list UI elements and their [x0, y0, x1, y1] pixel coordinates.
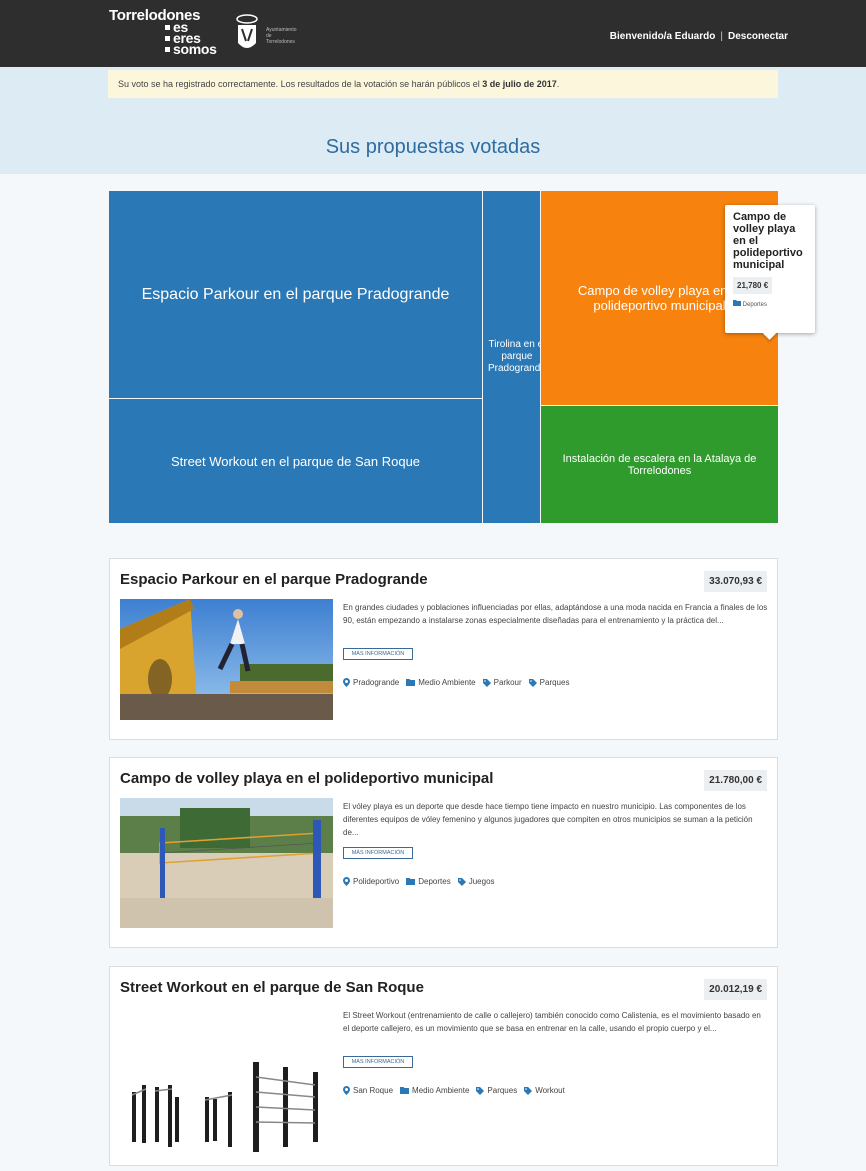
category-label: Medio Ambiente: [418, 678, 476, 687]
alert-date: 3 de julio de 2017: [482, 79, 557, 89]
location-label: Polideportivo: [353, 877, 400, 886]
treemap-tooltip: Campo de volley playa en el polideportiv…: [725, 205, 815, 333]
category-label: Deportes: [418, 877, 451, 886]
vote-success-alert: Su voto se ha registrado correctamente. …: [108, 70, 778, 98]
proposal-amount: 33.070,93 €: [704, 571, 767, 592]
proposal-tags: Pradogrande Medio Ambiente Parkour Parqu…: [343, 678, 569, 687]
tooltip-category-label: Deportes: [742, 302, 768, 308]
category-tag[interactable]: Deportes: [406, 877, 451, 886]
location-tag[interactable]: San Roque: [343, 1086, 393, 1095]
proposal-amount: 20.012,19 €: [704, 979, 767, 1000]
category-tag[interactable]: Medio Ambiente: [406, 678, 476, 687]
keyword-label: Juegos: [468, 877, 495, 886]
proposal-card: Campo de volley playa en el polideportiv…: [109, 757, 778, 948]
proposal-description: El Street Workout (entrenamiento de call…: [343, 1011, 761, 1033]
treemap-label-parkour: Espacio Parkour en el parque Pradogrande: [141, 285, 450, 303]
proposal-description: En grandes ciudades y poblaciones influe…: [343, 603, 768, 625]
more-info-button[interactable]: MÁS INFORMACIÓN: [343, 648, 413, 660]
logo-line-4: somos: [109, 42, 217, 56]
map-pin-icon: [343, 1086, 350, 1095]
tag-icon: [476, 1086, 485, 1095]
folder-icon: [406, 679, 416, 686]
proposal-tags: San Roque Medio Ambiente Parques Workout: [343, 1086, 565, 1095]
proposal-image-street-workout: [120, 1007, 333, 1157]
ayuntamiento-line-3: Torrelodones: [266, 39, 295, 45]
proposal-amount: 21.780,00 €: [704, 770, 767, 791]
keyword-tag[interactable]: Juegos: [457, 877, 495, 886]
more-info-button[interactable]: MÁS INFORMACIÓN: [343, 847, 413, 859]
alert-text-end: .: [556, 79, 560, 89]
welcome-user-link[interactable]: Bienvenido/a Eduardo: [610, 31, 716, 42]
logout-link[interactable]: Desconectar: [728, 31, 788, 42]
keyword-label: Parques: [539, 678, 570, 687]
torrelodones-logo[interactable]: Torrelodones es eres somos: [109, 8, 217, 56]
proposal-title[interactable]: Campo de volley playa en el polideportiv…: [120, 770, 493, 787]
location-tag[interactable]: Polideportivo: [343, 877, 399, 886]
category-label: Medio Ambiente: [412, 1086, 470, 1095]
location-label: Pradogrande: [353, 678, 400, 687]
proposal-description: El vóley playa es un deporte que desde h…: [343, 802, 753, 837]
location-tag[interactable]: Pradogrande: [343, 678, 399, 687]
proposal-card: Street Workout en el parque de San Roque…: [109, 966, 778, 1166]
map-pin-icon: [343, 877, 350, 886]
alert-text: Su voto se ha registrado correctamente. …: [118, 79, 483, 89]
folder-icon: [733, 300, 741, 306]
top-navbar: Torrelodones es eres somos Ayuntamiento …: [0, 0, 866, 67]
tooltip-title: Campo de volley playa en el polideportiv…: [733, 211, 803, 271]
treemap-cell-street-workout[interactable]: Street Workout en el parque de San Roque: [109, 399, 482, 523]
treemap-label-escalera: Instalación de escalera en la Atalaya de…: [562, 452, 757, 477]
folder-icon: [406, 878, 416, 885]
more-info-button[interactable]: MÁS INFORMACIÓN: [343, 1056, 413, 1068]
tooltip-category: Deportes: [733, 300, 807, 308]
ayuntamiento-label: Ayuntamiento de Torrelodones: [266, 27, 316, 45]
keyword-label: Parques: [487, 1086, 518, 1095]
folder-icon: [400, 1087, 410, 1094]
proposal-title[interactable]: Street Workout en el parque de San Roque: [120, 979, 424, 996]
voted-proposals-treemap: Espacio Parkour en el parque Pradogrande…: [109, 191, 778, 523]
proposal-title[interactable]: Espacio Parkour en el parque Pradogrande: [120, 571, 428, 588]
keyword-tag[interactable]: Parques: [528, 678, 570, 687]
category-tag[interactable]: Medio Ambiente: [400, 1086, 469, 1095]
keyword-label: Parkour: [493, 678, 522, 687]
user-menu-separator: |: [720, 31, 723, 42]
tag-icon: [457, 877, 466, 886]
keyword-tag[interactable]: Workout: [524, 1086, 565, 1095]
treemap-cell-escalera[interactable]: Instalación de escalera en la Atalaya de…: [541, 406, 778, 523]
keyword-tag[interactable]: Parques: [476, 1086, 517, 1095]
page-title: Sus propuestas votadas: [325, 136, 541, 158]
treemap-label-street-workout: Street Workout en el parque de San Roque: [170, 453, 421, 469]
proposal-image-volley: [120, 798, 333, 928]
tooltip-amount: 21,780 €: [733, 277, 773, 294]
coat-of-arms-icon: [236, 14, 258, 48]
treemap-cell-tirolina[interactable]: Tirolina en el parque Pradogrande: [483, 191, 540, 523]
proposal-card: Espacio Parkour en el parque Pradogrande…: [109, 558, 778, 740]
keyword-tag[interactable]: Parkour: [482, 678, 522, 687]
proposal-image-parkour: [120, 599, 333, 720]
tag-icon: [524, 1086, 533, 1095]
tag-icon: [482, 678, 491, 687]
treemap-cell-parkour[interactable]: Espacio Parkour en el parque Pradogrande: [109, 191, 482, 398]
map-pin-icon: [343, 678, 350, 687]
location-label: San Roque: [353, 1086, 394, 1095]
user-menu: Bienvenido/a Eduardo | Desconectar: [610, 31, 788, 42]
treemap-label-tirolina: Tirolina en el parque Pradogrande: [488, 339, 540, 374]
tag-icon: [528, 678, 537, 687]
keyword-label: Workout: [535, 1086, 565, 1095]
proposal-tags: Polideportivo Deportes Juegos: [343, 877, 495, 886]
